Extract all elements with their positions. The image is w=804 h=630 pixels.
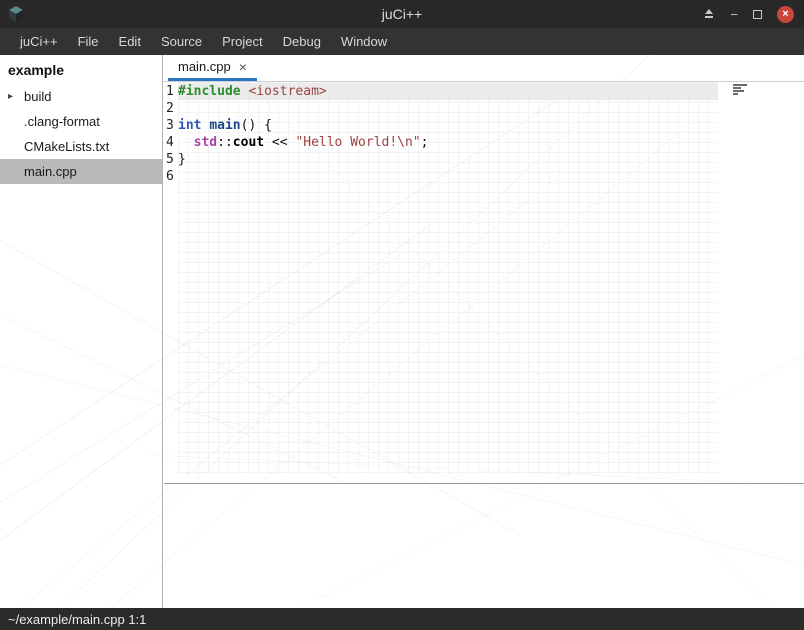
overview-mark [733, 93, 738, 95]
code-line: 4 std::cout << "Hello World!\n"; [164, 134, 804, 151]
menu-item-file[interactable]: File [68, 29, 109, 54]
overview-mark [733, 90, 744, 92]
tree-item-label: build [24, 89, 51, 104]
menu-item-project[interactable]: Project [212, 29, 272, 54]
eject-button[interactable] [703, 8, 715, 20]
source-overview-map [733, 84, 747, 95]
menu-bar: juCi++FileEditSourceProjectDebugWindow [0, 28, 804, 55]
window-title: juCi++ [0, 6, 804, 22]
tree-items: ▸ build .clang-format CMakeLists.txt main.cp… [0, 84, 162, 184]
title-bar: juCi++ −× [0, 0, 804, 28]
tree-item-label: .clang-format [24, 114, 100, 129]
code-line: 3int main() { [164, 117, 804, 134]
tree-item-label: CMakeLists.txt [24, 139, 109, 154]
code-editor[interactable]: 1#include <iostream>23int main() {4 std:… [164, 82, 804, 483]
line-code: std::cout << "Hello World!\n"; [178, 134, 428, 151]
file-tree-sidebar: example ▸ build .clang-format CMakeLists.tx… [0, 55, 163, 608]
tree-root-label: example [0, 55, 162, 84]
code-line: 1#include <iostream> [164, 83, 804, 100]
window-controls: −× [703, 6, 794, 23]
restore-button[interactable] [753, 10, 762, 19]
tab-bar: main.cpp × [164, 55, 804, 82]
line-number: 6 [164, 168, 178, 185]
menu-item-source[interactable]: Source [151, 29, 212, 54]
line-number: 1 [164, 83, 178, 100]
code-line: 6 [164, 168, 804, 185]
menu-item-window[interactable]: Window [331, 29, 397, 54]
minimize-button[interactable]: − [730, 8, 738, 21]
tree-item-clang-format[interactable]: .clang-format [0, 109, 162, 134]
code-line: 2 [164, 100, 804, 117]
menu-item-juci[interactable]: juCi++ [10, 29, 68, 54]
content-area: example ▸ build .clang-format CMakeLists.tx… [0, 55, 804, 608]
app-window: juCi++ −× juCi++FileEditSourceProjectDeb… [0, 0, 804, 630]
line-code: } [178, 151, 186, 168]
overview-mark [733, 84, 747, 86]
line-number: 4 [164, 134, 178, 151]
line-code: #include <iostream> [178, 83, 327, 100]
code-lines: 1#include <iostream>23int main() {4 std:… [164, 82, 804, 185]
terminal-panel[interactable] [164, 483, 804, 608]
line-code: int main() { [178, 117, 272, 134]
close-button[interactable]: × [777, 6, 794, 23]
tab-close-icon[interactable]: × [239, 59, 247, 75]
tab-main-cpp[interactable]: main.cpp × [168, 55, 257, 81]
menu-item-edit[interactable]: Edit [109, 29, 151, 54]
tree-item-label: main.cpp [24, 164, 77, 179]
status-file-position: ~/example/main.cpp 1:1 [8, 612, 146, 627]
line-number: 5 [164, 151, 178, 168]
line-number: 2 [164, 100, 178, 117]
tree-item-main-cpp[interactable]: main.cpp [0, 159, 162, 184]
tab-label: main.cpp [178, 59, 231, 74]
tree-item-cmakelists-txt[interactable]: CMakeLists.txt [0, 134, 162, 159]
tree-item-build[interactable]: ▸ build [0, 84, 162, 109]
editor-column: main.cpp × 1#include <iostream>23int main… [164, 55, 804, 608]
line-number: 3 [164, 117, 178, 134]
menu-item-debug[interactable]: Debug [273, 29, 331, 54]
code-line: 5} [164, 151, 804, 168]
status-bar: ~/example/main.cpp 1:1 [0, 608, 804, 630]
overview-mark [733, 87, 741, 89]
expander-icon[interactable]: ▸ [8, 84, 13, 109]
